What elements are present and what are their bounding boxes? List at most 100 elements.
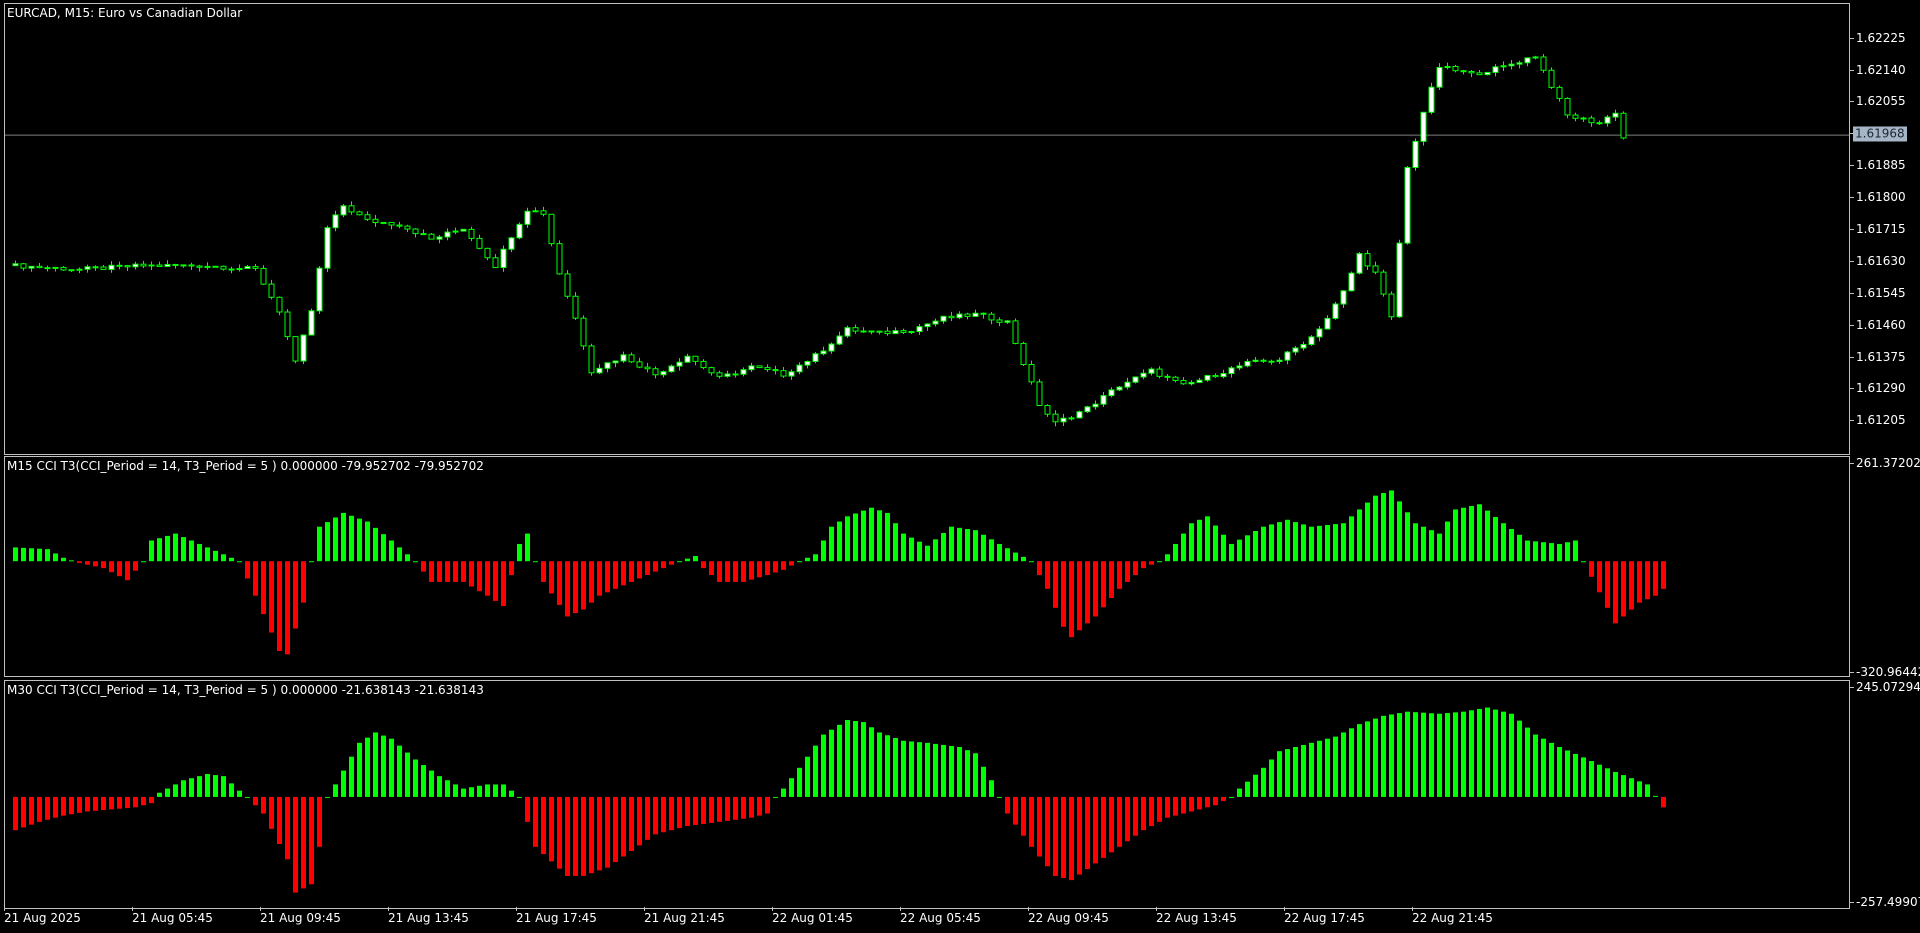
- bull-candle: [1332, 303, 1339, 319]
- bull-candle: [1108, 389, 1115, 397]
- bear-candle: [484, 247, 491, 259]
- m30-cci-pane[interactable]: M30 CCI T3(CCI_Period = 14, T3_Period = …: [4, 680, 1850, 909]
- cci-bar: [1389, 490, 1394, 562]
- cci-bar: [1637, 781, 1642, 797]
- bull-candle: [228, 268, 235, 271]
- cci-bar: [1037, 561, 1042, 576]
- bear-candle: [772, 369, 779, 372]
- cci-bar: [1141, 796, 1146, 831]
- cci-bar: [413, 561, 418, 563]
- cci-bar: [645, 796, 650, 840]
- cci-bar: [213, 775, 218, 797]
- cci-bar: [741, 796, 746, 819]
- cci-bar: [693, 556, 698, 562]
- cci-bar: [1277, 522, 1282, 562]
- bear-candle: [1372, 265, 1379, 273]
- cci-bar: [1445, 521, 1450, 562]
- cci-bar: [117, 561, 122, 577]
- cci-bar: [1005, 796, 1010, 814]
- bear-candle: [1180, 379, 1187, 385]
- bear-candle: [1476, 72, 1483, 76]
- cci-bar: [1245, 535, 1250, 562]
- cci-bar: [885, 735, 890, 797]
- cci-bar: [717, 561, 722, 582]
- cci-bar: [837, 724, 842, 797]
- cci-bar: [333, 784, 338, 797]
- cci-bar: [1549, 543, 1554, 562]
- time-tick-label: 21 Aug 09:45: [260, 907, 341, 925]
- cci-bar: [1109, 561, 1114, 599]
- time-tick-label: 22 Aug 17:45: [1284, 907, 1365, 925]
- cci-bar: [1285, 519, 1290, 562]
- cci-bar: [477, 785, 482, 797]
- m30-cci-histogram: [13, 707, 1666, 893]
- cci-bar: [1021, 796, 1026, 836]
- bear-candle: [572, 295, 579, 319]
- cci-bar: [533, 561, 538, 563]
- cci-bar: [661, 796, 666, 833]
- cci-bar: [1461, 507, 1466, 562]
- bear-candle: [1540, 56, 1547, 71]
- cci-bar: [421, 765, 426, 797]
- price-tick-label: 1.62140: [1850, 62, 1906, 77]
- cci-bar: [1117, 796, 1122, 847]
- bull-candle: [1076, 411, 1083, 419]
- cci-bar: [125, 796, 130, 809]
- cci-bar: [1277, 751, 1282, 797]
- cci-bar: [509, 790, 514, 797]
- time-tick-label: 22 Aug 05:45: [900, 907, 981, 925]
- m15-cci-pane[interactable]: M15 CCI T3(CCI_Period = 14, T3_Period = …: [4, 456, 1850, 677]
- bear-candle: [172, 263, 179, 266]
- cci-bar: [181, 780, 186, 797]
- cci-bar: [1269, 524, 1274, 562]
- cci-bar: [597, 796, 602, 871]
- cci-bar: [821, 734, 826, 797]
- cci-bar: [1101, 796, 1106, 858]
- cci-bar: [933, 539, 938, 562]
- bull-candle: [340, 205, 347, 216]
- cci-bar: [1413, 523, 1418, 562]
- bear-candle: [716, 372, 723, 377]
- cci-bar: [877, 732, 882, 797]
- cci-bar: [837, 521, 842, 562]
- price-tick-label: 1.61630: [1850, 253, 1906, 268]
- cci-bar: [589, 561, 594, 603]
- cci-bar: [709, 796, 714, 823]
- bull-candle: [1340, 290, 1347, 305]
- bear-candle: [1012, 320, 1019, 344]
- bear-candle: [564, 273, 571, 297]
- cci-bar: [973, 530, 978, 562]
- cci-bar: [1109, 796, 1114, 853]
- cci-bar: [1573, 753, 1578, 797]
- cci-bar: [357, 518, 362, 562]
- price-chart-pane[interactable]: EURCAD, M15: Euro vs Canadian Dollar: [4, 3, 1850, 455]
- cci-bar: [325, 522, 330, 562]
- cci-bar: [445, 780, 450, 797]
- cci-bar: [1661, 561, 1666, 589]
- cci-bar: [741, 561, 746, 582]
- cci-bar: [1045, 561, 1050, 589]
- cci-bar: [1445, 713, 1450, 797]
- cci-bar: [877, 510, 882, 562]
- bear-candle: [468, 228, 475, 239]
- cci-bar: [109, 796, 114, 810]
- time-tick-label: 21 Aug 21:45: [644, 907, 725, 925]
- bull-candle: [836, 335, 843, 345]
- cci-bar: [189, 778, 194, 797]
- bull-candle: [452, 230, 459, 233]
- cci-bar: [1325, 524, 1330, 562]
- cci-bar: [165, 788, 170, 797]
- bull-candle: [1236, 365, 1243, 369]
- m15-cci-axis: 261.372024 -320.96442: [1849, 456, 1920, 679]
- cci-bar: [1077, 561, 1082, 631]
- cci-bar: [557, 796, 562, 869]
- bear-candle: [196, 265, 203, 268]
- bull-candle: [1420, 111, 1427, 142]
- cci-bar: [565, 561, 570, 617]
- cci-bar: [405, 752, 410, 797]
- price-tick-label: 1.61375: [1850, 349, 1906, 364]
- cci-bar: [1061, 796, 1066, 879]
- m15-cci-min-label: -320.96442: [1849, 665, 1920, 679]
- bull-candle: [12, 263, 19, 267]
- cci-bar: [293, 796, 298, 893]
